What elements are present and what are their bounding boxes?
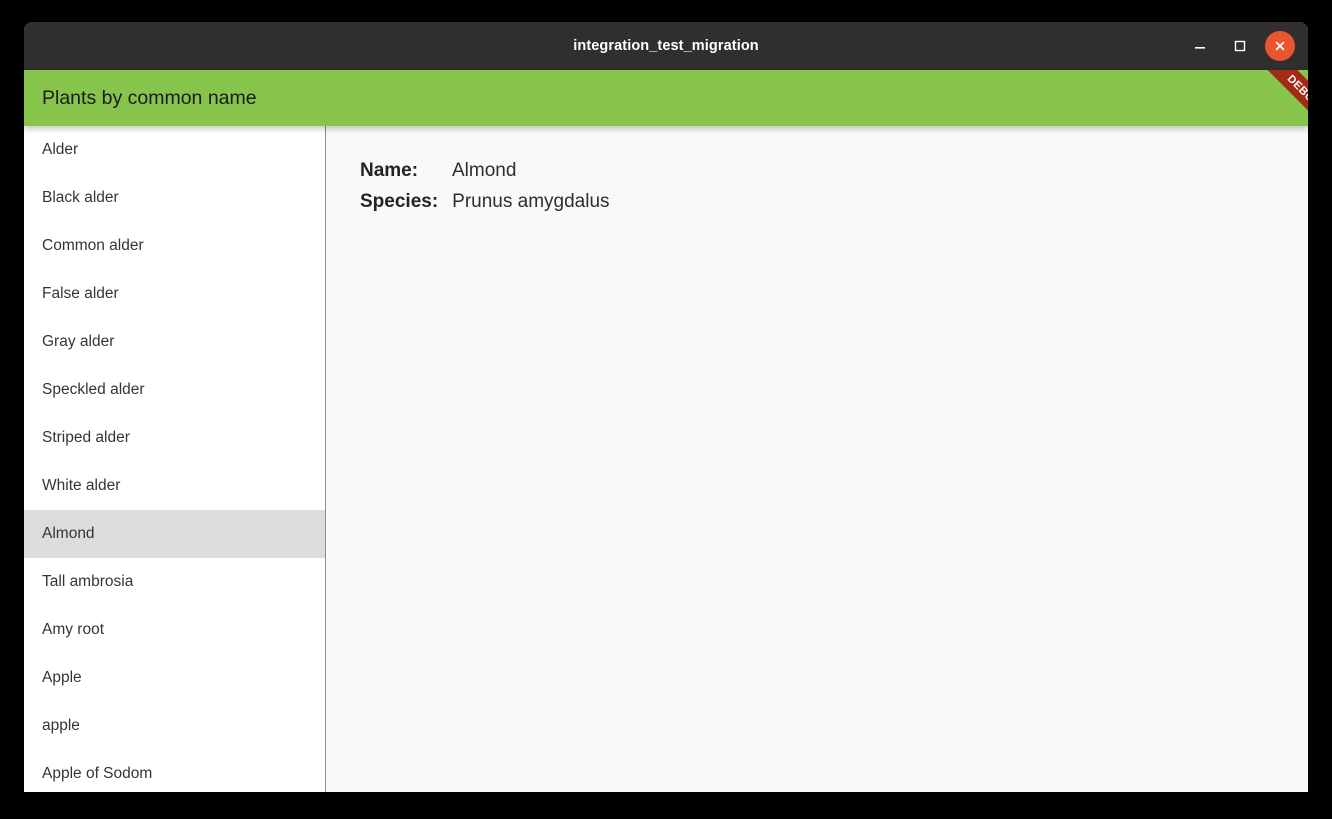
title-bar[interactable]: integration_test_migration — [24, 22, 1308, 70]
plant-detail-pane: Name: Almond Species: Prunus amygdalus — [326, 126, 1308, 792]
list-item-label: Apple — [42, 669, 82, 686]
debug-ribbon-label: DEBUG — [1284, 72, 1308, 111]
close-icon — [1273, 39, 1287, 53]
list-item[interactable]: Common alder — [24, 222, 325, 270]
list-item-label: Tall ambrosia — [42, 573, 134, 590]
app-window: integration_test_migration Plants by com… — [24, 22, 1308, 792]
maximize-button[interactable] — [1225, 31, 1255, 61]
list-item-label: Black alder — [42, 189, 119, 206]
list-item-label: Apple of Sodom — [42, 765, 153, 782]
detail-label: Name: — [360, 160, 419, 181]
app-bar: Plants by common name DEBUG — [24, 70, 1308, 132]
app-bar-title: Plants by common name — [42, 86, 257, 109]
list-item[interactable]: Almond — [24, 510, 325, 558]
detail-row: Name: Almond — [360, 160, 1308, 182]
minimize-icon — [1193, 39, 1207, 53]
list-item-label: Alder — [42, 141, 79, 158]
list-item[interactable]: White alder — [24, 462, 325, 510]
list-item-label: White alder — [42, 477, 121, 494]
close-button[interactable] — [1265, 31, 1295, 61]
maximize-icon — [1233, 39, 1247, 53]
debug-ribbon: DEBUG — [1246, 70, 1308, 132]
detail-label: Species: — [360, 191, 439, 212]
minimize-button[interactable] — [1185, 31, 1215, 61]
window-controls — [1185, 22, 1295, 70]
content-split: Alder Black alder Common alder False alder G… — [24, 126, 1308, 792]
list-item[interactable]: Tall ambrosia — [24, 558, 325, 606]
list-item[interactable]: Gray alder — [24, 318, 325, 366]
list-item-label: Striped alder — [42, 429, 130, 446]
list-item-label: Speckled alder — [42, 381, 145, 398]
list-item[interactable]: Speckled alder — [24, 366, 325, 414]
list-item[interactable]: Black alder — [24, 174, 325, 222]
list-item[interactable]: Apple of Sodom — [24, 750, 325, 792]
plant-list[interactable]: Alder Black alder Common alder False alder G… — [24, 126, 326, 792]
list-item-label: Almond — [42, 525, 95, 542]
list-item[interactable]: Apple — [24, 654, 325, 702]
detail-value: Almond — [452, 160, 517, 181]
list-item-label: Amy root — [42, 621, 105, 638]
list-item[interactable]: Amy root — [24, 606, 325, 654]
window-title: integration_test_migration — [573, 38, 759, 54]
list-item-label: Common alder — [42, 237, 144, 254]
list-item[interactable]: False alder — [24, 270, 325, 318]
list-item-label: Gray alder — [42, 333, 115, 350]
detail-value: Prunus amygdalus — [452, 191, 610, 212]
list-item-label: apple — [42, 717, 80, 734]
list-item[interactable]: apple — [24, 702, 325, 750]
detail-row: Species: Prunus amygdalus — [360, 191, 1308, 213]
list-item-label: False alder — [42, 285, 119, 302]
list-item[interactable]: Alder — [24, 126, 325, 174]
list-item[interactable]: Striped alder — [24, 414, 325, 462]
